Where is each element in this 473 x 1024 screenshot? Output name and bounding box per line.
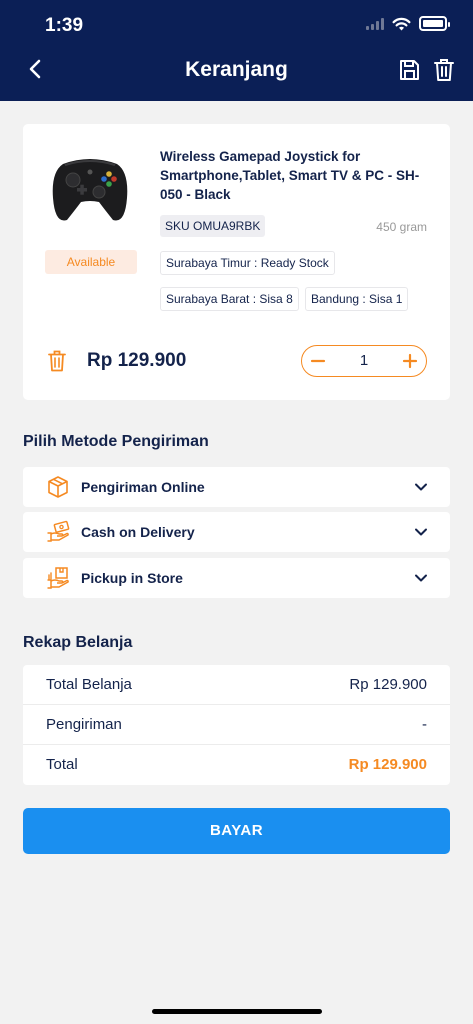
chevron-down-icon — [415, 574, 427, 582]
sku-chip: SKU OMUA9RBK — [160, 215, 266, 237]
item-price: Rp 129.900 — [87, 350, 187, 371]
save-icon[interactable] — [398, 58, 420, 82]
trash-icon[interactable] — [433, 58, 455, 82]
recap-row-subtotal: Total Belanja Rp 129.900 — [23, 665, 450, 705]
stock-chip: Surabaya Barat : Sisa 8 — [160, 287, 299, 311]
signal-icon — [366, 17, 384, 30]
stock-chip: Surabaya Timur : Ready Stock — [160, 251, 335, 275]
quantity-value[interactable]: 1 — [334, 352, 394, 369]
product-weight: 450 gram — [376, 220, 427, 234]
product-name: Wireless Gamepad Joystick for Smartphone… — [160, 149, 420, 202]
stock-chip: Bandung : Sisa 1 — [305, 287, 409, 311]
quantity-stepper: 1 — [301, 345, 427, 377]
minus-icon[interactable] — [308, 351, 328, 371]
recap-row-total: Total Rp 129.900 — [23, 745, 450, 785]
recap-section-title: Rekap Belanja — [23, 634, 133, 651]
shipping-option-label: Pengiriman Online — [81, 479, 205, 495]
recap-label: Total — [46, 756, 78, 773]
recap-total-value: Rp 129.900 — [348, 756, 427, 773]
battery-icon — [419, 16, 450, 31]
package-icon — [48, 476, 68, 498]
pay-button[interactable]: BAYAR — [23, 808, 450, 854]
shipping-option-pickup[interactable]: Pickup in Store — [23, 558, 450, 598]
recap-label: Total Belanja — [46, 676, 132, 693]
availability-badge: Available — [45, 250, 137, 274]
chevron-down-icon — [415, 528, 427, 536]
status-icons — [366, 16, 450, 31]
gamepad-product-image — [52, 159, 128, 221]
chevron-down-icon — [415, 483, 427, 491]
recap-card: Total Belanja Rp 129.900 Pengiriman - To… — [23, 665, 450, 785]
remove-item-trash-icon[interactable] — [48, 350, 66, 372]
shipping-option-label: Pickup in Store — [81, 570, 183, 586]
status-time: 1:39 — [45, 15, 84, 36]
wifi-icon — [392, 17, 411, 30]
shipping-option-online[interactable]: Pengiriman Online — [23, 467, 450, 507]
plus-icon[interactable] — [400, 351, 420, 371]
shipping-option-label: Cash on Delivery — [81, 524, 195, 540]
cash-hand-icon — [47, 520, 70, 542]
shipping-section-title: Pilih Metode Pengiriman — [23, 433, 209, 450]
recap-row-shipping: Pengiriman - — [23, 705, 450, 745]
home-indicator — [152, 1009, 322, 1014]
recap-value: Rp 129.900 — [349, 676, 427, 693]
app-header: 1:39 Keranjang — [0, 0, 473, 101]
cart-item-card: Available Wireless Gamepad Joystick for … — [23, 124, 450, 400]
pickup-store-icon — [47, 567, 69, 589]
recap-label: Pengiriman — [46, 716, 122, 733]
recap-value: - — [422, 716, 427, 733]
shipping-option-cod[interactable]: Cash on Delivery — [23, 512, 450, 552]
